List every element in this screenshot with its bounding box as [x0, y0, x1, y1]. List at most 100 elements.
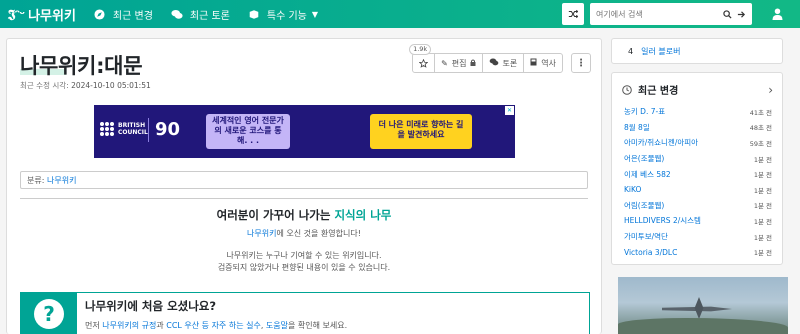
list-item[interactable]: 어은(조물웹) 1분 전: [624, 151, 772, 167]
site-logo[interactable]: 𝕵ᵔᵕ 나무위키: [8, 0, 76, 28]
ft-suffix: 을 확인해 보세요.: [288, 321, 348, 330]
rc-name[interactable]: 8월 8일: [624, 122, 650, 133]
welcome-title-highlight: 지식의 나무: [334, 208, 392, 222]
discuss-button[interactable]: 토론: [483, 54, 525, 72]
article-panel: 나무위키:대문 최근 수정 시각: 2024-10-10 05:01:51 1.…: [6, 38, 602, 334]
recent-changes-title: 최근 변경: [638, 86, 679, 97]
lock-icon: [470, 59, 476, 68]
rc-time: 1분 전: [753, 217, 772, 226]
first-time-title: 나무위키에 처음 오셨나요?: [85, 299, 217, 313]
ad-close-icon[interactable]: ✕: [505, 106, 514, 115]
edit-label: 편집: [451, 58, 467, 68]
star-button[interactable]: 1.9k: [409, 44, 436, 72]
welcome-sub-rest: 에 오신 것을 환영합니다!: [276, 229, 361, 238]
hill-shape: [618, 318, 788, 334]
first-time-icon-panel: ?: [21, 293, 77, 334]
rc-name[interactable]: HELLDIVERS 2/시스템: [624, 215, 701, 226]
user-icon: [771, 8, 783, 20]
star-icon: [419, 58, 429, 68]
list-item[interactable]: 이제 베스 582 1분 전: [624, 166, 772, 182]
caret-down-icon: ▼: [311, 9, 319, 19]
nav-label: 특수 기능: [266, 10, 307, 22]
rc-time: 41초 전: [749, 108, 772, 117]
sidebar-top-num: 4: [628, 46, 634, 56]
history-button[interactable]: 역사: [524, 54, 562, 72]
last-modified: 최근 수정 시각: 2024-10-10 05:01:51: [20, 80, 151, 91]
welcome-link[interactable]: 나무위키: [247, 229, 276, 238]
advertisement-banner[interactable]: BRITISH COUNCIL 90 세계적인 영어 전문가의 새로운 코스를 …: [94, 105, 515, 158]
random-page-button[interactable]: [562, 3, 584, 25]
ad-headline-1: 세계적인 영어 전문가의 새로운 코스를 통해. . .: [206, 114, 290, 149]
help-link[interactable]: 도움말: [266, 321, 288, 330]
top-navbar: 𝕵ᵔᵕ 나무위키 최근 변경 최근 토론 특수 기능 ▼: [0, 0, 800, 28]
list-item[interactable]: KiKO 1분 전: [624, 182, 772, 198]
edit-button[interactable]: ✎ 편집: [435, 54, 483, 72]
list-item[interactable]: 8월 8일 48초 전: [624, 120, 772, 136]
ad-headline-2: 더 나은 미래로 향하는 길을 발견하세요: [370, 114, 472, 149]
recent-changes-header[interactable]: 최근 변경 ›: [612, 73, 782, 97]
british-council-logo: BRITISH COUNCIL: [100, 122, 154, 136]
nav-label: 최근 토론: [189, 10, 230, 22]
rc-name[interactable]: 아미카/쥐쇼니젠/아피아: [624, 137, 698, 148]
nav-special-functions[interactable]: 특수 기능 ▼: [248, 0, 318, 28]
shuffle-icon: [568, 9, 578, 19]
nav-recent-changes[interactable]: 최근 변경: [94, 0, 153, 28]
book-icon: [530, 58, 537, 68]
rules-link[interactable]: 나무위키의 규정: [102, 321, 156, 330]
list-item[interactable]: Victoria 3/DLC 1분 전: [624, 244, 772, 260]
star-count: 1.9k: [409, 44, 432, 55]
article-toolbar: 1.9k ✎ 편집 토론 역사 ⋮: [409, 44, 591, 73]
nav-recent-discussions[interactable]: 최근 토론: [171, 0, 230, 28]
list-item[interactable]: 아미카/쥐쇼니젠/아피아 59초 전: [624, 135, 772, 151]
rc-time: 1분 전: [753, 171, 772, 180]
rc-name[interactable]: 어림(조물웹): [624, 200, 664, 211]
compass-icon: [94, 8, 106, 20]
category-link[interactable]: 나무위키: [47, 176, 76, 185]
discuss-label: 토론: [502, 58, 518, 68]
chevron-right-icon[interactable]: ›: [768, 83, 773, 97]
rc-time: 1분 전: [753, 155, 772, 164]
list-item[interactable]: 농키 D. 7-표 41초 전: [624, 104, 772, 120]
rc-time: 48초 전: [749, 124, 772, 133]
logo-mark-icon: 𝕵ᵔᵕ: [8, 6, 25, 21]
welcome-title-prefix: 여러분이 가꾸어 나가는: [216, 208, 335, 222]
edit-icon: ✎: [441, 58, 448, 68]
content-divider: [20, 198, 588, 199]
rc-name[interactable]: KiKO: [624, 185, 641, 194]
mistakes-link[interactable]: CCL 우산 등 자주 하는 실수: [166, 321, 261, 330]
rc-name[interactable]: 어은(조물웹): [624, 153, 664, 164]
sidebar-top-box: 4 일러 블로버: [611, 38, 783, 64]
logo-text: 나무위키: [28, 8, 76, 24]
rc-name[interactable]: 가미투보/역단: [624, 231, 668, 242]
category-bar: 분류: 나무위키: [20, 171, 588, 189]
comments-icon: [171, 8, 183, 20]
first-time-text: 먼저 나무위키의 규정과 CCL 우산 등 자주 하는 실수, 도움말을 확인해…: [85, 320, 347, 331]
comments-icon: [489, 58, 499, 68]
more-options-button[interactable]: ⋮: [571, 53, 591, 73]
rc-time: 1분 전: [753, 202, 772, 211]
search-icon[interactable]: [720, 7, 734, 21]
list-item[interactable]: 어림(조물웹) 1분 전: [624, 198, 772, 214]
user-menu-button[interactable]: [766, 3, 788, 25]
first-time-body: 나무위키에 처음 오셨나요? 먼저 나무위키의 규정과 CCL 우산 등 자주 …: [77, 293, 355, 334]
cube-icon: [248, 8, 260, 20]
sidebar-ad-image[interactable]: [618, 277, 788, 334]
welcome-section: 여러분이 가꾸어 나가는 지식의 나무 나무위키에 오신 것을 환영합니다! 나…: [20, 207, 588, 274]
welcome-para-1: 나무위키는 누구나 기여할 수 있는 위키입니다.: [226, 251, 382, 260]
sidebar-top-link[interactable]: 일러 블로버: [641, 46, 680, 57]
clock-icon: [622, 84, 632, 95]
ad-90-logo: 90: [148, 118, 186, 142]
brand-dots-icon: [100, 122, 114, 136]
rc-name[interactable]: Victoria 3/DLC: [624, 248, 677, 257]
rc-name[interactable]: 이제 베스 582: [624, 169, 671, 180]
list-item[interactable]: HELLDIVERS 2/시스템 1분 전: [624, 213, 772, 229]
meta-label: 최근 수정 시각:: [20, 81, 69, 90]
go-arrow-icon[interactable]: [734, 7, 748, 21]
action-button-group: 1.9k ✎ 편집 토론 역사: [409, 44, 563, 73]
rc-time: 59초 전: [749, 139, 772, 148]
list-item[interactable]: 가미투보/역단 1분 전: [624, 229, 772, 245]
rc-name[interactable]: 농키 D. 7-표: [624, 106, 665, 117]
search-input[interactable]: [596, 9, 720, 19]
nav-label: 최근 변경: [112, 10, 153, 22]
meta-time: 2024-10-10 05:01:51: [71, 81, 151, 90]
